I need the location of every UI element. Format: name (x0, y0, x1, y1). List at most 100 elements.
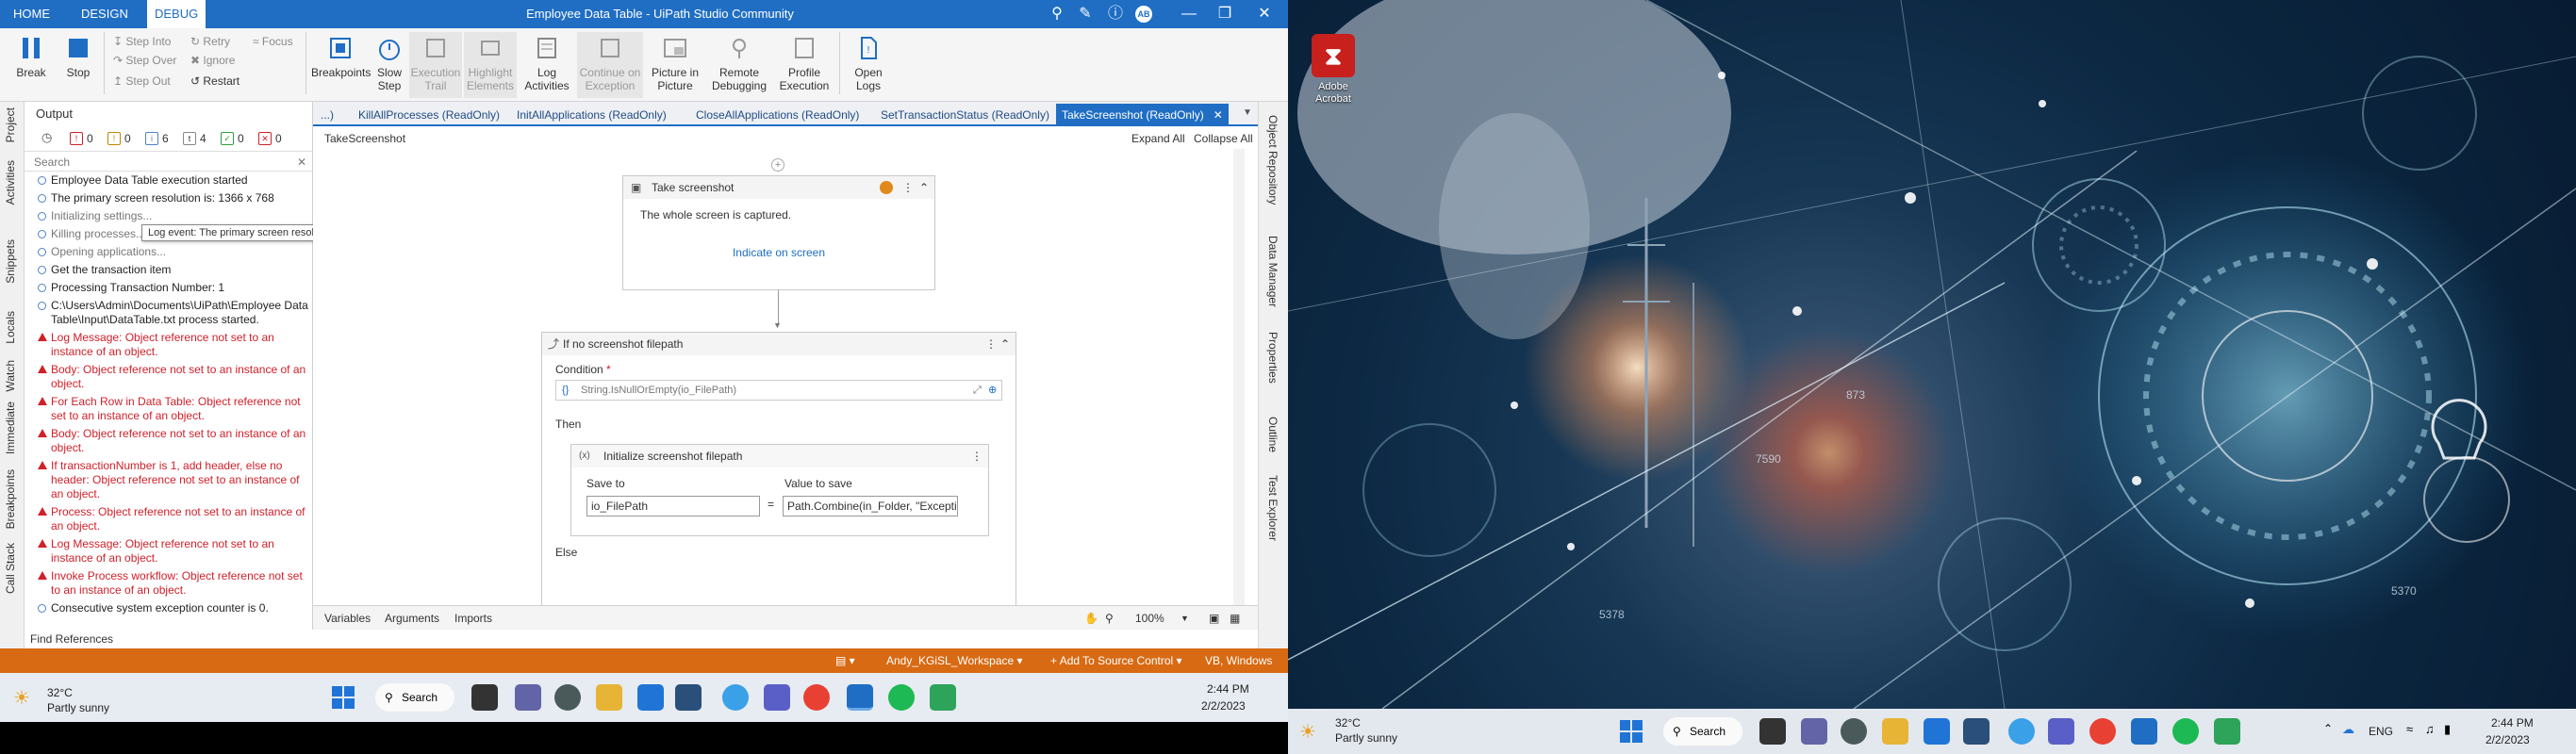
edge-icon[interactable] (722, 684, 749, 711)
log-line[interactable]: Invoke Process workflow: Object referenc… (25, 567, 312, 599)
fit-screen-icon[interactable]: ▣ (1209, 606, 1219, 631)
tab-data-manager[interactable]: Data Manager (1266, 236, 1280, 307)
doc-tab-closeallapplications[interactable]: CloseAllApplications (ReadOnly) (690, 106, 865, 124)
app-icon[interactable] (1841, 718, 1867, 745)
more-options-icon[interactable]: ⋮ (971, 445, 983, 467)
doc-tab-prev[interactable]: ...) (315, 106, 339, 124)
desktop-shortcut-acrobat[interactable]: ⧗ Adobe Acrobat (1305, 34, 1362, 106)
breadcrumb[interactable]: TakeScreenshot (324, 128, 405, 149)
chrome-icon[interactable] (803, 684, 830, 711)
log-line[interactable]: For Each Row in Data Table: Object refer… (25, 393, 312, 425)
mail-icon[interactable] (637, 684, 664, 711)
doc-tab-initallapplications[interactable]: InitAllApplications (ReadOnly) (511, 106, 672, 124)
help-icon[interactable]: ⓘ (1101, 0, 1130, 28)
step-over-button[interactable]: ↷ Step Over (113, 51, 176, 70)
chrome-icon[interactable] (2089, 718, 2116, 745)
teams-icon[interactable] (764, 684, 790, 711)
volume-icon[interactable]: ♫ (2425, 722, 2435, 736)
clock-date[interactable]: 2/2/2023 (1201, 699, 1246, 713)
tab-breakpoints[interactable]: Breakpoints (4, 469, 17, 529)
tab-snippets[interactable]: Snippets (4, 239, 17, 284)
expand-editor-icon[interactable]: ⤢ (973, 381, 982, 400)
tab-watch[interactable]: Watch (4, 360, 17, 392)
find-references-tab[interactable]: Find References (25, 630, 313, 648)
condition-input[interactable]: {} String.IsNullOrEmpty(io_FilePath) ⤢ ⊕ (555, 380, 1002, 401)
assign-activity[interactable]: (x) Initialize screenshot filepath ⋮ Sav… (570, 444, 989, 536)
mail-icon[interactable] (1924, 718, 1950, 745)
chevron-up-icon[interactable]: ⌃ (2323, 722, 2333, 735)
filter-errors[interactable]: ! 0 (70, 129, 93, 148)
log-line[interactable]: The primary screen resolution is: 1366 x… (25, 189, 312, 207)
tab-locals[interactable]: Locals (4, 311, 17, 344)
step-into-button[interactable]: ↧ Step Into (113, 32, 171, 51)
clock-time[interactable]: 2:44 PM (1207, 682, 1249, 696)
slow-step-button[interactable]: Slow Step (370, 32, 409, 98)
log-line[interactable]: Processing Transaction Number: 1 (25, 279, 312, 297)
close-icon[interactable]: ✕ (1250, 0, 1279, 28)
teams-chat-icon[interactable] (515, 684, 541, 711)
log-line[interactable]: Log Message: Object reference not set to… (25, 329, 312, 361)
sun-icon[interactable]: ☀ (1299, 720, 1316, 744)
continue-on-exception-button[interactable]: Continue on Exception (577, 32, 643, 98)
focus-button[interactable]: ≈ Focus (253, 32, 293, 51)
collapse-icon[interactable]: ⌃ (1000, 333, 1010, 355)
workspace-selector[interactable]: Andy_KGiSL_Workspace ▾ (886, 648, 1023, 673)
log-line[interactable]: Consecutive system exception counter is … (25, 599, 312, 617)
save-to-input[interactable]: io_FilePath (586, 496, 760, 516)
restore-icon[interactable]: ❐ (1211, 0, 1239, 28)
uipath-assistant-icon[interactable] (2214, 718, 2240, 745)
battery-icon[interactable]: ▮ (2444, 722, 2451, 737)
spotify-icon[interactable] (888, 684, 915, 711)
log-activities-button[interactable]: Log Activities (519, 32, 575, 98)
task-view-icon[interactable] (1759, 718, 1786, 745)
log-line[interactable]: Initializing settings... (25, 207, 312, 225)
execution-trail-button[interactable]: Execution Trail (409, 32, 462, 98)
doc-tab-takescreenshot[interactable]: TakeScreenshot (ReadOnly) ✕ (1056, 104, 1229, 126)
chevron-down-icon[interactable]: ▼ (1243, 107, 1252, 118)
remote-debugging-button[interactable]: Remote Debugging (707, 32, 771, 98)
minimize-icon[interactable]: — (1175, 0, 1203, 28)
uipath-studio-icon[interactable] (847, 684, 873, 711)
task-view-icon[interactable] (471, 684, 498, 711)
profile-execution-button[interactable]: Profile Execution (773, 32, 835, 98)
tab-home[interactable]: HOME (6, 0, 58, 28)
avatar[interactable]: AB (1135, 6, 1152, 23)
tab-debug[interactable]: DEBUG (147, 0, 206, 28)
chevron-down-icon[interactable]: ▼ (1181, 606, 1189, 631)
taskbar-search[interactable]: ⚲ Search (1663, 717, 1742, 746)
feedback-icon[interactable]: ✎ (1071, 0, 1099, 28)
highlight-elements-button[interactable]: Highlight Elements (464, 32, 517, 98)
clock-time[interactable]: 2:44 PM (2491, 716, 2534, 729)
tab-design[interactable]: DESIGN (74, 0, 136, 28)
add-activity-icon[interactable]: + (771, 158, 784, 172)
zoom-icon[interactable]: ⚲ (1105, 606, 1114, 631)
store-icon[interactable] (675, 684, 702, 711)
filter-verbose[interactable]: ✓ 0 (221, 129, 244, 148)
document-icon[interactable]: ▤ ▾ (835, 648, 855, 673)
vertical-scrollbar[interactable] (1233, 149, 1245, 605)
log-line[interactable]: Log Message: Object reference not set to… (25, 535, 312, 567)
uipath-assistant-icon[interactable] (930, 684, 956, 711)
tab-activities[interactable]: Activities (4, 160, 17, 205)
source-control-button[interactable]: + Add To Source Control ▾ (1050, 648, 1182, 673)
onedrive-icon[interactable]: ☁ (2342, 722, 2354, 737)
teams-icon[interactable] (2048, 718, 2074, 745)
workflow-canvas[interactable]: + ▣ Take screenshot ⋮ ⌃ The whole screen… (313, 149, 1247, 605)
plus-icon[interactable]: ⊕ (988, 381, 997, 400)
breakpoints-button[interactable]: Breakpoints (311, 32, 371, 98)
timer-icon[interactable] (880, 181, 893, 194)
tab-test-explorer[interactable]: Test Explorer (1266, 475, 1280, 541)
filter-warnings[interactable]: ! 0 (107, 129, 131, 148)
hand-icon[interactable]: ✋ (1084, 606, 1098, 631)
tab-call-stack[interactable]: Call Stack (4, 543, 17, 594)
language-indicator[interactable]: ENG (2369, 725, 2393, 738)
value-input[interactable]: Path.Combine(in_Folder, "Excepti (783, 496, 958, 516)
arguments-tab[interactable]: Arguments (385, 606, 439, 631)
retry-button[interactable]: ↻ Retry (190, 32, 230, 51)
log-line[interactable]: Process: Object reference not set to an … (25, 503, 312, 535)
open-logs-button[interactable]: ! Open Logs (845, 32, 892, 98)
take-screenshot-activity[interactable]: ▣ Take screenshot ⋮ ⌃ The whole screen i… (622, 175, 935, 290)
doc-tab-killallprocesses[interactable]: KillAllProcesses (ReadOnly) (353, 106, 505, 124)
clock-icon[interactable]: ◷ (41, 130, 52, 145)
windows-start-icon[interactable] (1620, 720, 1643, 743)
